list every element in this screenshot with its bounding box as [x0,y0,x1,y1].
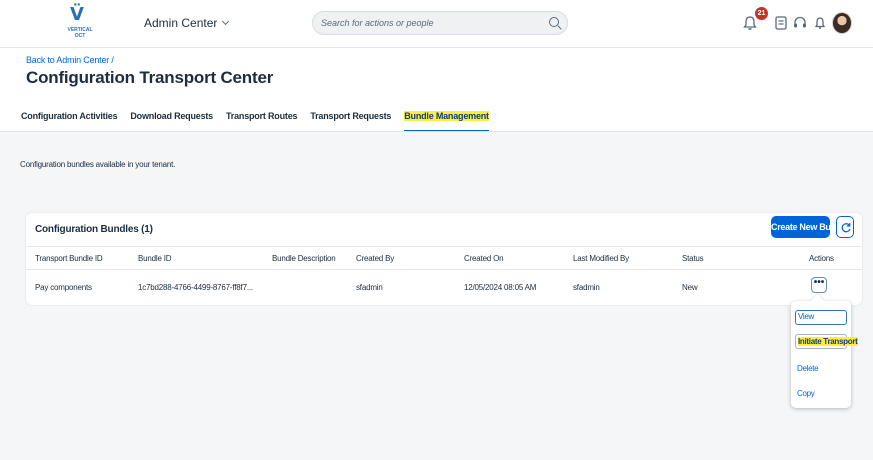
tab-label: Configuration Activities [21,111,118,121]
create-new-bundle-button[interactable]: Create New Bundle [771,216,848,238]
menu-item-label: Initiate Transport [798,337,858,346]
column-header[interactable]: Bundle ID [138,254,172,263]
page-header: Back to Admin Center / Configuration Tra… [0,48,873,132]
cell-created-on: 12/05/2024 08:05 AM [464,283,537,292]
row-actions-button[interactable]: ••• [811,277,827,293]
column-header[interactable]: Bundle Description [272,254,336,263]
page-title: Configuration Transport Center [26,68,274,87]
logo-mark-icon: V̈ [70,4,84,25]
user-avatar[interactable] [832,12,852,34]
table-title: Configuration Bundles (1) [35,224,153,235]
tab-label: Download Requests [130,111,213,121]
tab-bundle-management[interactable]: Bundle Management [404,102,489,132]
bell-icon[interactable] [811,14,829,32]
logo-text: VERTICAL OCT [67,27,93,39]
info-text: Configuration bundles available in your … [20,160,176,169]
column-header[interactable]: Last Modified By [573,254,629,263]
tab-download-requests[interactable]: Download Requests [130,102,213,132]
app-switcher[interactable]: Admin Center [144,16,230,30]
cell-transport-bundle-id: Pay components [35,283,92,292]
menu-item-label: Delete [797,364,819,373]
tab-bar: Configuration Activities Download Reques… [21,102,502,132]
menu-item-copy[interactable]: Copy [795,386,847,401]
cell-bundle-id: 1c7bd288-4766-4499-8767-ff8f7... [138,283,253,292]
tab-transport-routes[interactable]: Transport Routes [226,102,298,132]
column-header[interactable]: Created By [356,254,394,263]
document-icon[interactable] [772,14,790,32]
app-title: Admin Center [144,16,218,30]
tab-configuration-activities[interactable]: Configuration Activities [21,102,118,132]
headset-icon[interactable] [791,14,809,32]
tab-transport-requests[interactable]: Transport Requests [310,102,391,132]
menu-item-label: View [798,312,814,321]
search-input[interactable] [321,18,551,28]
column-header[interactable]: Status [682,254,704,263]
menu-item-view[interactable]: View [795,310,847,325]
actions-menu: View Initiate Transport Delete Copy [791,301,858,408]
menu-item-delete[interactable]: Delete [795,361,847,376]
shell-bar: V̈ VERTICALOCT Admin Center 21 [0,0,873,48]
header-divider [0,131,873,132]
tab-label: Transport Requests [310,111,392,121]
cell-status: New [682,283,698,292]
search-box[interactable] [312,11,568,35]
notification-badge: 21 [755,7,768,20]
menu-item-initiate-transport[interactable]: Initiate Transport [795,334,858,349]
breadcrumb-back-link[interactable]: Back to Admin Center / [26,55,114,65]
menu-item-label: Copy [797,389,815,398]
cell-last-modified-by: sfadmin [573,283,600,292]
cell-created-by: sfadmin [356,283,383,292]
table-header-row: Transport Bundle ID Bundle ID Bundle Des… [26,246,862,270]
column-header[interactable]: Transport Bundle ID [35,254,103,263]
table-row[interactable]: Pay components 1c7bd288-4766-4499-8767-f… [26,270,862,305]
chevron-down-icon [222,17,230,26]
search-icon[interactable] [549,17,559,27]
tab-label: Bundle Management [404,111,489,121]
refresh-button[interactable] [836,216,854,238]
bundles-table-card: Configuration Bundles (1) Create New Bun… [26,213,862,305]
column-header: Actions [809,254,834,263]
refresh-icon [841,223,851,233]
column-header[interactable]: Created On [464,254,504,263]
company-logo[interactable]: V̈ VERTICAL OCT [62,5,98,43]
tab-label: Transport Routes [226,111,298,121]
